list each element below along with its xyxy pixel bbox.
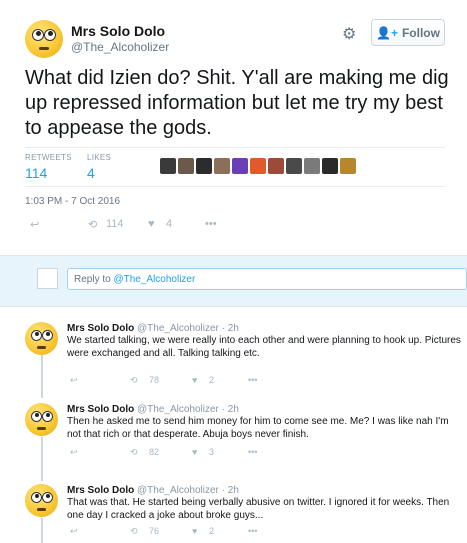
reply-meta: @The_Alcoholizer · 2h (137, 404, 239, 415)
retweet-icon[interactable]: ⟲ (130, 526, 138, 537)
liker-avatar[interactable] (304, 158, 320, 174)
follow-user-icon: 👤+ (376, 25, 398, 40)
retweet-icon[interactable]: ⟲ (130, 375, 138, 386)
tweet-actions: ↩ ⟲ 114 ♥ 4 ••• (0, 218, 467, 232)
more-icon[interactable]: ••• (248, 447, 257, 457)
retweets-count: 114 (25, 165, 48, 181)
avatar[interactable] (25, 20, 63, 58)
reply-icon[interactable]: ↩ (70, 375, 78, 386)
thread-line (41, 355, 43, 398)
reply-icon[interactable]: ↩ (30, 218, 39, 231)
follow-button[interactable]: 👤+ Follow (371, 19, 445, 46)
avatar[interactable] (25, 322, 58, 355)
retweet-icon[interactable]: ⟲ (88, 218, 97, 231)
eye-right (42, 411, 53, 422)
retweet-count: 78 (149, 375, 160, 385)
reply-author-name[interactable]: Mrs Solo Dolo (67, 485, 134, 496)
main-tweet: Mrs Solo Dolo @The_Alcoholizer ⚙ 👤+ Foll… (0, 0, 467, 255)
author-handle[interactable]: @The_Alcoholizer (71, 40, 169, 54)
liker-avatar[interactable] (340, 158, 356, 174)
liker-avatar[interactable] (196, 158, 212, 174)
heart-icon[interactable]: ♥ (148, 218, 155, 230)
eye-right (42, 330, 53, 341)
eye-left (32, 29, 44, 41)
liker-avatar[interactable] (214, 158, 230, 174)
reply-icon[interactable]: ↩ (70, 526, 78, 537)
reply-compose-bar: Reply to @The_Alcoholizer (0, 255, 467, 307)
liker-avatar[interactable] (160, 158, 176, 174)
more-icon[interactable]: ••• (205, 218, 217, 230)
heart-icon[interactable]: ♥ (192, 526, 197, 536)
eye-right (42, 492, 53, 503)
retweet-count: 82 (149, 447, 160, 457)
retweet-count: 114 (106, 218, 124, 230)
retweet-count: 76 (149, 526, 160, 536)
reply-meta: @The_Alcoholizer · 2h (137, 323, 239, 334)
like-count: 2 (209, 526, 215, 536)
reply-header: Mrs Solo Dolo @The_Alcoholizer · 2h (67, 485, 239, 496)
liker-avatar[interactable] (250, 158, 266, 174)
heart-icon[interactable]: ♥ (192, 447, 197, 457)
reply-author-name[interactable]: Mrs Solo Dolo (67, 404, 134, 415)
reply-text: We started talking, we were really into … (67, 335, 461, 359)
eye-left (31, 330, 42, 341)
reply-icon[interactable]: ↩ (70, 447, 78, 458)
reply-author-name[interactable]: Mrs Solo Dolo (67, 323, 134, 334)
follow-label: Follow (401, 25, 440, 40)
thread-line (41, 518, 43, 543)
user-avatar-placeholder (37, 268, 58, 289)
likes-label: LIKES (87, 153, 112, 162)
eye-right (44, 29, 56, 41)
reply-prefix: Reply to (74, 274, 114, 285)
reply-mention: @The_Alcoholizer (113, 274, 196, 285)
heart-icon[interactable]: ♥ (192, 375, 197, 385)
liker-avatar[interactable] (268, 158, 284, 174)
retweets-label: RETWEETS (25, 153, 72, 162)
eye-left (31, 492, 42, 503)
reply-header: Mrs Solo Dolo @The_Alcoholizer · 2h (67, 323, 239, 334)
author-name[interactable]: Mrs Solo Dolo (71, 23, 165, 39)
mouth (37, 508, 46, 511)
timestamp[interactable]: 1:03 PM - 7 Oct 2016 (25, 196, 120, 207)
retweets-stat[interactable]: RETWEETS 114 (25, 153, 72, 181)
more-icon[interactable]: ••• (248, 375, 257, 385)
reply-input[interactable]: Reply to @The_Alcoholizer (67, 268, 467, 290)
liker-avatar[interactable] (286, 158, 302, 174)
reply-text: Then he asked me to send him money for h… (67, 416, 449, 440)
reply-text: That was that. He started being verbally… (67, 497, 450, 521)
liker-avatar[interactable] (178, 158, 194, 174)
mouth (37, 346, 46, 349)
likes-count: 4 (87, 165, 95, 181)
tweet-text: What did Izien do? Shit. Y'all are makin… (25, 67, 449, 139)
thread-line (41, 437, 43, 481)
avatar[interactable] (25, 403, 58, 436)
liker-avatars (160, 158, 356, 174)
likes-stat[interactable]: LIKES 4 (87, 153, 111, 181)
liker-avatar[interactable] (322, 158, 338, 174)
like-count: 4 (166, 218, 173, 230)
gear-icon[interactable]: ⚙ (342, 24, 356, 44)
avatar[interactable] (25, 484, 58, 517)
reply-meta: @The_Alcoholizer · 2h (137, 485, 239, 496)
mouth (37, 427, 46, 430)
reply-header: Mrs Solo Dolo @The_Alcoholizer · 2h (67, 404, 239, 415)
more-icon[interactable]: ••• (248, 526, 257, 536)
liker-avatar[interactable] (232, 158, 248, 174)
like-count: 2 (209, 375, 215, 385)
like-count: 3 (209, 447, 215, 457)
retweet-icon[interactable]: ⟲ (130, 447, 138, 458)
mouth (39, 47, 49, 50)
tweet-stats: RETWEETS 114 LIKES 4 (25, 147, 445, 187)
eye-left (31, 411, 42, 422)
